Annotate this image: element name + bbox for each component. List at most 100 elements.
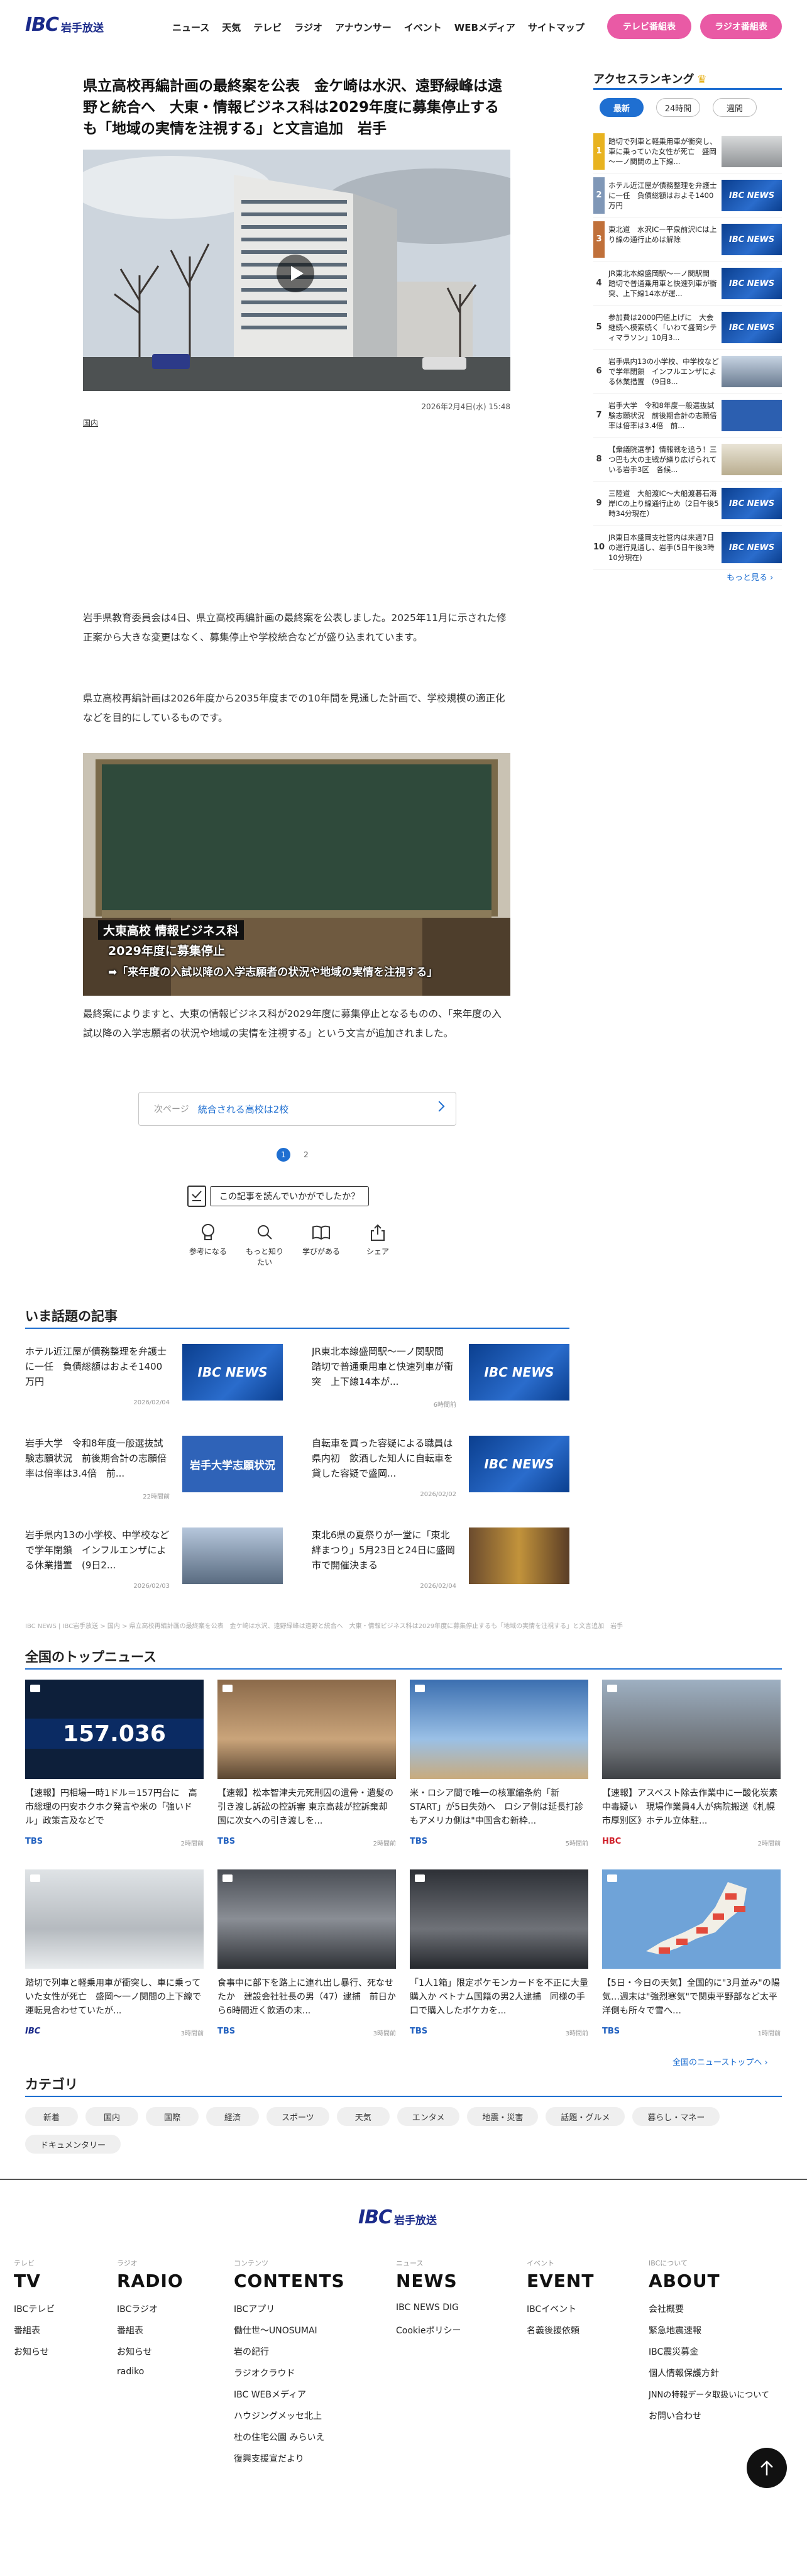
nav-radio[interactable]: ラジオ (294, 21, 322, 34)
tab-weekly[interactable]: 週間 (713, 98, 757, 117)
footer-link[interactable]: お知らせ (117, 2345, 243, 2367)
nav-tv[interactable]: テレビ (253, 21, 282, 34)
nav-sitemap[interactable]: サイトマップ (528, 21, 585, 34)
ranking-item[interactable]: 5 参加費は2000円値上げに 大会継続へ模索続く「いわて盛岡シティマラソン」1… (593, 305, 782, 350)
trending-item[interactable]: 岩手県内13の小学校、中学校などで学年閉鎖 インフルエンザによる休業措置 (9日… (25, 1527, 283, 1603)
ranking-item[interactable]: 9 三陸道 大船渡IC〜大船渡碁石海岸ICの上り線通行止め（2日午後5時34分現… (593, 482, 782, 526)
next-page-link[interactable]: 次ページ 統合される高校は2校 (138, 1092, 456, 1126)
page-1[interactable]: 1 (277, 1148, 290, 1162)
footer-link[interactable]: IBCラジオ (117, 2303, 243, 2324)
trending-item[interactable]: 自転車を買った容疑による職員は県内初 飲酒した知人に自転車を貸した容疑で盛岡..… (312, 1436, 569, 1511)
footer-col-head[interactable]: EVENT (527, 2271, 652, 2291)
radio-schedule-button[interactable]: ラジオ番組表 (700, 14, 782, 39)
nav-news[interactable]: ニュース (172, 21, 209, 34)
footer-col-head[interactable]: CONTENTS (234, 2271, 360, 2291)
national-news-card[interactable]: 【5日・今日の天気】全国的に"3月並み"の陽気…週末は"強烈寒気"で関東平野部な… (602, 1869, 781, 2059)
article-category-link[interactable]: 国内 (83, 417, 98, 428)
national-news-card[interactable]: 踏切で列車と軽乗用車が衝突し、車に乗っていた女性が死亡 盛岡～一ノ関間の上下線で… (25, 1869, 204, 2059)
news-image (25, 1869, 204, 1969)
footer-link[interactable]: 名義後援依頼 (527, 2324, 652, 2345)
footer-link[interactable]: IBC震災募金 (649, 2345, 793, 2367)
nav-web-media[interactable]: WEBメディア (454, 21, 515, 34)
national-news-card[interactable]: 米・ロシア間で唯一の核軍縮条約「新START」が5日失効へ ロシア側は延長打診も… (410, 1680, 588, 1869)
news-image (410, 1680, 588, 1779)
footer-link[interactable]: IBC NEWS DIG (396, 2303, 522, 2324)
footer-link[interactable]: 緊急地震速報 (649, 2324, 793, 2345)
ranking-item[interactable]: 10 JR東日本盛岡支社管内は来週7日の運行見通し、岩手(5日午後3時10分現在… (593, 526, 782, 570)
footer-link[interactable]: IBCイベント (527, 2303, 652, 2324)
ranking-item[interactable]: 7 岩手大学 令和8年度一般選抜試験志願状況 前後期合計の志願倍率は倍率は3.4… (593, 394, 782, 438)
national-news-card[interactable]: 食事中に部下を路上に連れ出し暴行、死なせたか 建設会社社長の男（47）逮捕 前日… (217, 1869, 396, 2059)
reaction-share[interactable]: シェア (356, 1223, 400, 1267)
back-to-top-button[interactable] (747, 2448, 787, 2488)
national-news-card[interactable]: 【速報】アスベスト除去作業中に一酸化炭素中毒疑い 現場作業員4人が病院搬送《札幌… (602, 1680, 781, 1869)
nav-weather[interactable]: 天気 (222, 21, 241, 34)
nav-announcer[interactable]: アナウンサー (335, 21, 392, 34)
nav-event[interactable]: イベント (404, 21, 442, 34)
ranking-item[interactable]: 1 踏切で列車と軽乗用車が衝突し、車に乗っていた女性が死亡 盛岡～一ノ関間の上下… (593, 129, 782, 173)
footer-link[interactable]: IBCアプリ (234, 2303, 360, 2324)
footer-link[interactable]: JNNの特報データ取扱いについて (649, 2388, 793, 2409)
category-chip[interactable]: ドキュメンタリー (25, 2135, 121, 2154)
tab-24h[interactable]: 24時間 (656, 98, 700, 117)
ibc-news-thumbnail: IBC NEWS (722, 224, 782, 255)
category-chip[interactable]: 新着 (25, 2107, 78, 2126)
trending-item[interactable]: 岩手大学 令和8年度一般選抜試験志願状況 前後期合計の志願倍率は倍率は3.4倍 … (25, 1436, 283, 1511)
footer-link[interactable]: 番組表 (117, 2324, 243, 2345)
tab-latest[interactable]: 最新 (600, 98, 644, 117)
site-logo[interactable]: IBC 岩手放送 (25, 14, 104, 36)
trending-item[interactable]: ホテル近江屋が債務整理を弁護士に一任 負債総額はおよそ1400万円 2026/0… (25, 1344, 283, 1419)
national-news-more-link[interactable]: 全国のニューストップへ › (672, 2056, 768, 2067)
category-chip[interactable]: 話題・グルメ (546, 2107, 625, 2126)
category-chip[interactable]: 経済 (206, 2107, 259, 2126)
footer-link[interactable]: IBC WEBメディア (234, 2388, 360, 2409)
national-news-card[interactable]: 【速報】松本智津夫元死刑囚の遺骨・遺髪の引き渡し訴訟の控訴審 東京高裁が控訴棄却… (217, 1680, 396, 1869)
footer-link[interactable]: radiko (117, 2367, 243, 2388)
breadcrumb[interactable]: IBC NEWS | IBC岩手放送 > 国内 > 県立高校再編計画の最終案を公… (25, 1621, 779, 1630)
footer-link[interactable]: 岩の紀行 (234, 2345, 360, 2367)
rank-headline: 岩手大学 令和8年度一般選抜試験志願状況 前後期合計の志願倍率は倍率は3.4倍 … (608, 400, 717, 430)
rank-number: 5 (596, 322, 602, 332)
reaction-helpful[interactable]: 参考になる (186, 1223, 230, 1267)
footer-col-head[interactable]: NEWS (396, 2271, 522, 2291)
category-chip[interactable]: 地震・災害 (467, 2107, 539, 2126)
ranking-item[interactable]: 6 岩手県内13の小学校、中学校などで学年閉鎖 インフルエンザによる休業措置 (… (593, 350, 782, 394)
ranking-item[interactable]: 4 JR東北本線盛岡駅〜一ノ関駅間 踏切で普通乗用車と快速列車が衝突、上下線14… (593, 261, 782, 305)
ranking-more-link[interactable]: もっと見る › (727, 571, 773, 583)
category-chip[interactable]: エンタメ (397, 2107, 460, 2126)
category-chip[interactable]: 暮らし・マネー (632, 2107, 720, 2126)
footer-link[interactable]: ハウジングメッセ北上 (234, 2409, 360, 2431)
trending-item[interactable]: 東北6県の夏祭りが一堂に「東北絆まつり」5月23日と24日に盛岡市で開催決まる … (312, 1527, 569, 1603)
footer-logo[interactable]: IBC 岩手放送 (358, 2206, 437, 2228)
footer-link[interactable]: 復興支援宣だより (234, 2452, 360, 2474)
footer-link[interactable]: 会社概要 (649, 2303, 793, 2324)
national-news-card[interactable]: 「1人1箱」限定ポケモンカードを不正に大量購入か ベトナム国籍の男2人逮捕 同様… (410, 1869, 588, 2059)
category-chip[interactable]: 天気 (336, 2107, 390, 2126)
tv-schedule-button[interactable]: テレビ番組表 (607, 14, 691, 39)
reaction-want-more[interactable]: もっと知りたい (243, 1223, 287, 1267)
trending-item[interactable]: JR東北本線盛岡駅〜一ノ関駅間 踏切で普通乗用車と快速列車が衝突 上下線14本が… (312, 1344, 569, 1419)
footer-link[interactable]: お問い合わせ (649, 2409, 793, 2431)
footer-link[interactable]: 働仕世〜UNOSUMAI (234, 2324, 360, 2345)
rank-number: 7 (596, 410, 602, 420)
footer-col-head[interactable]: RADIO (117, 2271, 243, 2291)
ranking-item[interactable]: 3 東北道 水沢ICー平泉前沢ICは上り線の通行止めは解除 IBC NEWS (593, 217, 782, 261)
category-chip[interactable]: スポーツ (266, 2107, 329, 2126)
news-headline: 【速報】円相場一時1ドル＝157円台に 高市総理の円安ホクホク発言や米の「強いド… (25, 1788, 197, 1826)
category-chip[interactable]: 国際 (146, 2107, 199, 2126)
national-news-card[interactable]: 157.036 【速報】円相場一時1ドル＝157円台に 高市総理の円安ホクホク発… (25, 1680, 204, 1869)
footer-link[interactable]: 杜の住宅公園 みらいえ (234, 2431, 360, 2452)
trending-date: 2026/02/03 (133, 1583, 170, 1590)
category-chip[interactable]: 国内 (85, 2107, 138, 2126)
footer-link[interactable]: Cookieポリシー (396, 2324, 522, 2345)
reaction-learned[interactable]: 学びがある (299, 1223, 343, 1267)
footer-link[interactable]: 個人情報保護方針 (649, 2367, 793, 2388)
footer-link[interactable]: ラジオクラウド (234, 2367, 360, 2388)
rate-display: 157.036 (25, 1719, 204, 1749)
ibc-news-thumbnail: IBC NEWS (722, 488, 782, 519)
footer-col-head[interactable]: ABOUT (649, 2271, 793, 2291)
ranking-item[interactable]: 2 ホテル近江屋が債務整理を弁護士に一任 負債総額はおよそ1400万円 IBC … (593, 173, 782, 217)
play-icon[interactable] (277, 255, 314, 292)
page-2[interactable]: 2 (299, 1148, 313, 1162)
ranking-item[interactable]: 8 【衆議院選挙】情報戦を追う！三つ巴も大の主戦が繰り広げられている岩手3区 各… (593, 438, 782, 482)
